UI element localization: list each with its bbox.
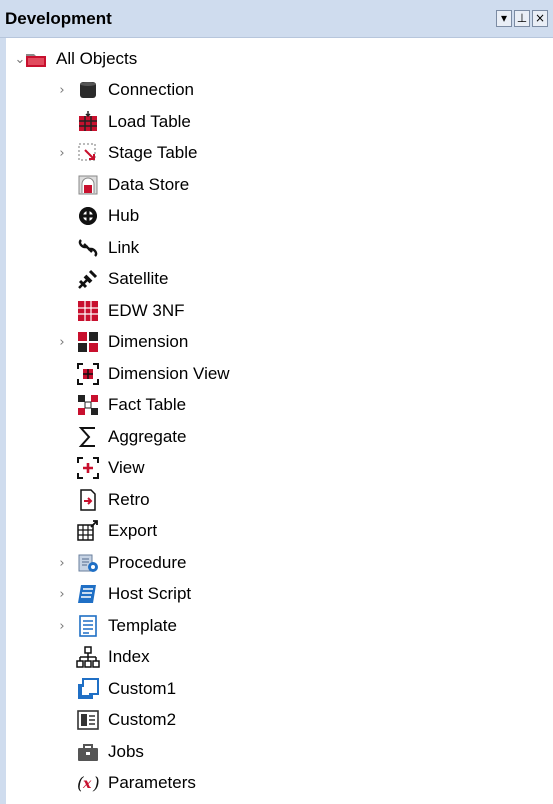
tree-item-jobs[interactable]: Jobs [76,737,144,767]
chevron-down-icon[interactable]: ⌄ [14,52,26,67]
tree-item-label: Link [108,238,140,257]
index-icon [76,645,100,669]
tree-item-label: Export [108,521,158,540]
tree-item-label: Connection [108,80,195,99]
link-icon [76,236,100,260]
tree-item-fact-table[interactable]: Fact Table [76,390,186,420]
tree-item-label: Custom1 [108,679,177,698]
tree-item-custom1[interactable]: Custom1 [76,674,176,704]
connection-icon [76,78,100,102]
tree-item-index[interactable]: Index [76,642,150,672]
tree-item-label: Load Table [108,112,191,131]
tree-item-label: Hub [108,206,140,225]
tree-item-aggregate[interactable]: Aggregate [76,422,186,452]
fact-table-icon [76,393,100,417]
chevron-right-icon[interactable]: › [56,146,68,161]
tree-item-label: Fact Table [108,395,187,414]
close-button[interactable]: × [532,10,548,27]
tree-item-dimension-view[interactable]: Dimension View [76,359,230,389]
pin-button[interactable]: ⊥ [514,10,530,27]
tree-item-retro[interactable]: Retro [76,485,150,515]
tree-item-connection[interactable]: › Connection [59,75,195,105]
satellite-icon [76,267,100,291]
load-table-icon [76,110,100,134]
svg-text:): ) [92,774,100,794]
retro-icon [76,488,100,512]
tree-item-host-script[interactable]: › Host Script [59,579,192,609]
chevron-right-icon[interactable]: › [56,619,68,634]
view-icon [76,456,100,480]
hub-icon [76,204,100,228]
folder-icon [24,47,48,71]
chevron-right-icon[interactable]: › [56,83,68,98]
dimension-view-icon [76,362,100,386]
tree-item-link[interactable]: Link [76,233,139,263]
tree-item-template[interactable]: › Template [59,611,177,641]
tree-item-label: Retro [108,490,150,509]
tree-item-hub[interactable]: Hub [76,201,139,231]
tree-item-label: Aggregate [108,427,187,446]
tree-item-label: View [108,458,145,477]
tree-item-label: Satellite [108,269,169,288]
development-panel: Development ▾ ⊥ × ⌄ All Objects › Connect… [0,0,553,804]
tree-item-label: Stage Table [108,143,198,162]
custom2-icon [76,708,100,732]
tree-item-edw-3nf[interactable]: EDW 3NF [76,296,185,326]
template-icon [76,614,100,638]
export-icon [76,519,100,543]
tree-item-label: EDW 3NF [108,301,185,320]
chevron-right-icon[interactable]: › [56,556,68,571]
tree-item-data-store[interactable]: Data Store [76,170,189,200]
tree-item-label: Jobs [108,742,144,761]
tree-item-label: Custom2 [108,710,177,729]
tree-root-all-objects[interactable]: ⌄ All Objects [15,44,138,74]
tree-item-label: Dimension View [108,364,230,383]
tree-root-label: All Objects [56,49,138,68]
edw-3nf-icon [76,299,100,323]
tree-item-load-table[interactable]: Load Table [76,107,191,137]
tree-item-export[interactable]: Export [76,516,157,546]
procedure-icon [76,551,100,575]
chevron-right-icon[interactable]: › [56,587,68,602]
tree-item-label: Procedure [108,553,187,572]
host-script-icon [76,582,100,606]
panel-header: Development ▾ ⊥ × [0,0,553,38]
dimension-icon [76,330,100,354]
tree-item-view[interactable]: View [76,453,145,483]
svg-text:x: x [82,776,92,792]
tree-item-label: Dimension [108,332,189,351]
aggregate-icon [76,425,100,449]
data-store-icon [76,173,100,197]
dropdown-button[interactable]: ▾ [496,10,512,27]
tree-item-label: Host Script [108,584,192,603]
tree-item-label: Data Store [108,175,190,194]
tree-item-label: Parameters [108,773,196,792]
tree-item-procedure[interactable]: › Procedure [59,548,187,578]
tree-item-stage-table[interactable]: › Stage Table [59,138,198,168]
object-tree: ⌄ All Objects › Connection Load Table › Stag… [6,38,553,804]
panel-title: Development [5,9,112,28]
tree-item-satellite[interactable]: Satellite [76,264,168,294]
parameters-icon: (x) [76,771,100,795]
tree-item-dimension[interactable]: › Dimension [59,327,189,357]
custom1-icon [76,677,100,701]
chevron-right-icon[interactable]: › [56,335,68,350]
tree-item-parameters[interactable]: (x) Parameters [76,768,196,798]
jobs-icon [76,740,100,764]
tree-item-label: Template [108,616,177,635]
stage-table-icon [76,141,100,165]
tree-item-label: Index [108,647,150,666]
tree-item-custom2[interactable]: Custom2 [76,705,176,735]
